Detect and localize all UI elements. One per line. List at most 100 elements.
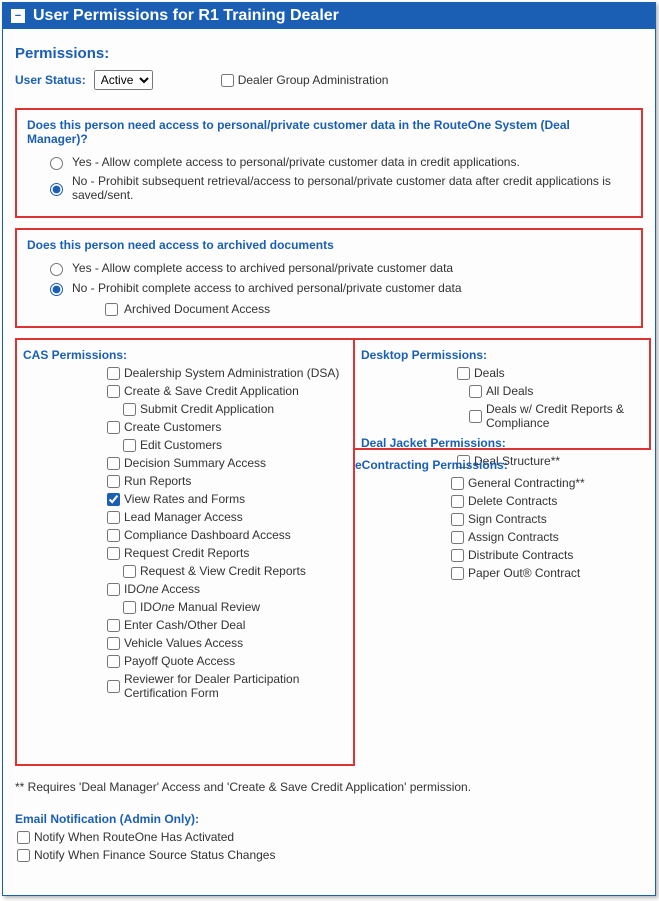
collapse-icon[interactable]: − — [11, 9, 25, 23]
econtract-item-1-label: Delete Contracts — [468, 494, 557, 508]
cas-item-9-label: Compliance Dashboard Access — [124, 528, 291, 542]
cas-item-0-label: Dealership System Administration (DSA) — [124, 366, 339, 380]
desktop-item-2-checkbox[interactable] — [469, 410, 482, 423]
cas-item-9-row[interactable]: Compliance Dashboard Access — [107, 528, 347, 542]
cas-item-17-checkbox[interactable] — [107, 680, 120, 693]
q1-no-radio[interactable] — [50, 183, 63, 196]
cas-item-3-checkbox[interactable] — [107, 421, 120, 434]
cas-item-11-label: Request & View Credit Reports — [140, 564, 306, 578]
econtract-item-0-label: General Contracting** — [468, 476, 585, 490]
cas-item-8-row[interactable]: Lead Manager Access — [107, 510, 347, 524]
email-title: Email Notification (Admin Only): — [15, 812, 643, 826]
cas-item-11-checkbox[interactable] — [123, 565, 136, 578]
cas-item-6-row[interactable]: Run Reports — [107, 474, 347, 488]
desktop-title: Desktop Permissions: — [361, 348, 643, 362]
cas-item-5-label: Decision Summary Access — [124, 456, 266, 470]
cas-item-17-row[interactable]: Reviewer for Dealer Participation Certif… — [107, 672, 347, 700]
desktop-item-0-row[interactable]: Deals — [457, 366, 643, 380]
desktop-item-1-row[interactable]: All Deals — [469, 384, 643, 398]
cas-item-15-row[interactable]: Vehicle Values Access — [107, 636, 347, 650]
personal-data-access-box: Does this person need access to personal… — [15, 108, 643, 218]
cas-item-4-label: Edit Customers — [140, 438, 222, 452]
econtract-item-1-checkbox[interactable] — [451, 495, 464, 508]
cas-item-4-checkbox[interactable] — [123, 439, 136, 452]
cas-item-0-row[interactable]: Dealership System Administration (DSA) — [107, 366, 347, 380]
permissions-title: Permissions: — [15, 45, 643, 62]
user-status-select[interactable]: Active — [94, 70, 153, 90]
cas-item-16-checkbox[interactable] — [107, 655, 120, 668]
q1-yes-option[interactable]: Yes - Allow complete access to personal/… — [45, 154, 631, 170]
cas-item-12-row[interactable]: IDOne Access — [107, 582, 347, 596]
dealer-group-admin-checkbox[interactable] — [221, 74, 234, 87]
cas-item-13-checkbox[interactable] — [123, 601, 136, 614]
econtracting-section: eContracting Permissions: General Contra… — [355, 458, 651, 584]
cas-item-15-checkbox[interactable] — [107, 637, 120, 650]
q1-yes-radio[interactable] — [50, 157, 63, 170]
email-item-0-checkbox[interactable] — [17, 831, 30, 844]
cas-item-10-checkbox[interactable] — [107, 547, 120, 560]
econtract-item-4-row[interactable]: Distribute Contracts — [451, 548, 651, 562]
cas-item-9-checkbox[interactable] — [107, 529, 120, 542]
cas-item-5-row[interactable]: Decision Summary Access — [107, 456, 347, 470]
econtract-item-3-checkbox[interactable] — [451, 531, 464, 544]
econtract-item-3-row[interactable]: Assign Contracts — [451, 530, 651, 544]
email-item-0-row[interactable]: Notify When RouteOne Has Activated — [17, 830, 643, 844]
cas-item-7-row[interactable]: View Rates and Forms — [107, 492, 347, 506]
econtract-item-0-row[interactable]: General Contracting** — [451, 476, 651, 490]
cas-item-1-checkbox[interactable] — [107, 385, 120, 398]
econtract-item-0-checkbox[interactable] — [451, 477, 464, 490]
cas-item-14-label: Enter Cash/Other Deal — [124, 618, 245, 632]
cas-item-13-row[interactable]: IDOne Manual Review — [123, 600, 347, 614]
desktop-item-2-row[interactable]: Deals w/ Credit Reports & Compliance — [469, 402, 643, 430]
email-item-0-label: Notify When RouteOne Has Activated — [34, 830, 234, 844]
cas-item-3-row[interactable]: Create Customers — [107, 420, 347, 434]
email-item-1-row[interactable]: Notify When Finance Source Status Change… — [17, 848, 643, 862]
cas-item-16-label: Payoff Quote Access — [124, 654, 235, 668]
cas-item-7-checkbox[interactable] — [107, 493, 120, 506]
econtract-item-2-row[interactable]: Sign Contracts — [451, 512, 651, 526]
econtract-item-2-checkbox[interactable] — [451, 513, 464, 526]
email-item-1-checkbox[interactable] — [17, 849, 30, 862]
cas-item-7-label: View Rates and Forms — [124, 492, 245, 506]
archived-document-access-label: Archived Document Access — [124, 302, 270, 316]
q2-no-radio[interactable] — [50, 283, 63, 296]
cas-item-2-checkbox[interactable] — [123, 403, 136, 416]
cas-item-1-label: Create & Save Credit Application — [124, 384, 299, 398]
econtract-item-5-label: Paper Out® Contract — [468, 566, 580, 580]
cas-item-6-label: Run Reports — [124, 474, 191, 488]
cas-item-11-row[interactable]: Request & View Credit Reports — [123, 564, 347, 578]
econtract-item-5-checkbox[interactable] — [451, 567, 464, 580]
cas-item-0-checkbox[interactable] — [107, 367, 120, 380]
econtract-item-4-checkbox[interactable] — [451, 549, 464, 562]
footnote: ** Requires 'Deal Manager' Access and 'C… — [15, 780, 643, 794]
user-status-label: User Status: — [15, 73, 86, 87]
cas-item-12-label: IDOne Access — [124, 582, 200, 596]
cas-item-16-row[interactable]: Payoff Quote Access — [107, 654, 347, 668]
econtract-item-1-row[interactable]: Delete Contracts — [451, 494, 651, 508]
panel-title: User Permissions for R1 Training Dealer — [33, 7, 339, 25]
q2-no-option[interactable]: No - Prohibit complete access to archive… — [45, 280, 631, 296]
cas-item-2-row[interactable]: Submit Credit Application — [123, 402, 347, 416]
cas-item-4-row[interactable]: Edit Customers — [123, 438, 347, 452]
cas-item-5-checkbox[interactable] — [107, 457, 120, 470]
cas-item-15-label: Vehicle Values Access — [124, 636, 243, 650]
desktop-item-1-checkbox[interactable] — [469, 385, 482, 398]
cas-item-1-row[interactable]: Create & Save Credit Application — [107, 384, 347, 398]
cas-item-2-label: Submit Credit Application — [140, 402, 274, 416]
cas-item-8-checkbox[interactable] — [107, 511, 120, 524]
econtract-item-5-row[interactable]: Paper Out® Contract — [451, 566, 651, 580]
q1-no-option[interactable]: No - Prohibit subsequent retrieval/acces… — [45, 174, 631, 202]
cas-item-10-label: Request Credit Reports — [124, 546, 249, 560]
cas-item-12-checkbox[interactable] — [107, 583, 120, 596]
user-permissions-panel: − User Permissions for R1 Training Deale… — [2, 2, 656, 896]
desktop-item-0-checkbox[interactable] — [457, 367, 470, 380]
cas-item-14-row[interactable]: Enter Cash/Other Deal — [107, 618, 347, 632]
cas-title: CAS Permissions: — [23, 348, 347, 362]
archived-document-access-checkbox[interactable] — [105, 303, 118, 316]
cas-item-10-row[interactable]: Request Credit Reports — [107, 546, 347, 560]
q2-yes-option[interactable]: Yes - Allow complete access to archived … — [45, 260, 631, 276]
econtract-item-2-label: Sign Contracts — [468, 512, 547, 526]
q2-yes-radio[interactable] — [50, 263, 63, 276]
cas-item-14-checkbox[interactable] — [107, 619, 120, 632]
cas-item-6-checkbox[interactable] — [107, 475, 120, 488]
